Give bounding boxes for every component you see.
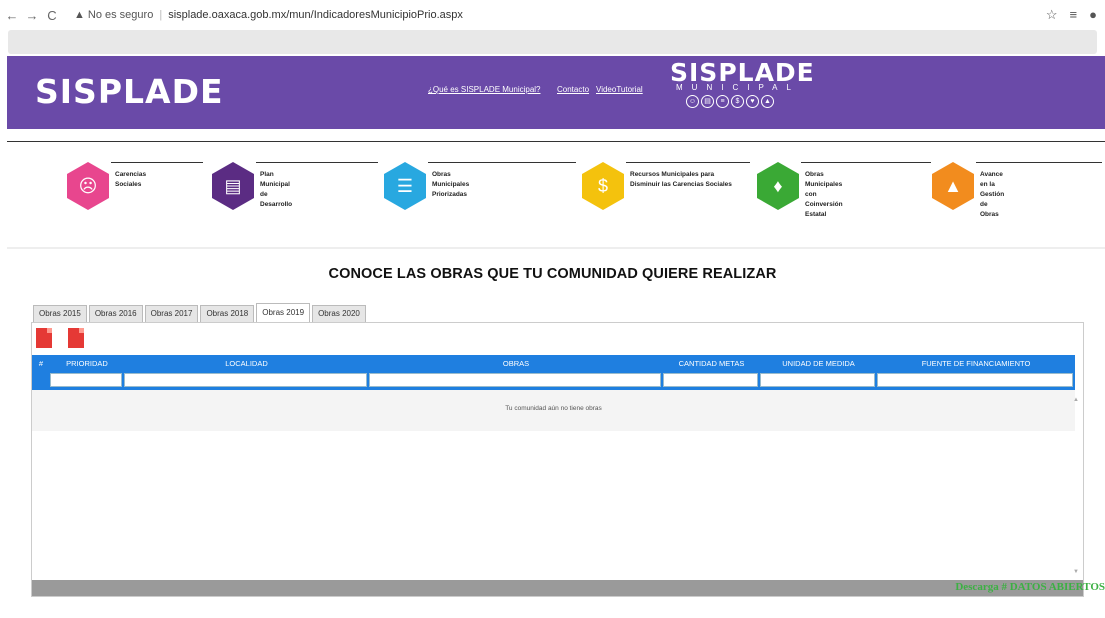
tab-obras-2017[interactable]: Obras 2017 [144,305,199,322]
category-underline [428,162,576,163]
empty-message: Tu comunidad aún no tiene obras [32,390,1075,431]
info-bar [8,30,1097,54]
sisplade-logo[interactable]: SISPLADE [35,72,224,111]
profile-icon[interactable]: ● [1089,7,1097,23]
open-data-download-link[interactable]: Descarga # DATOS ABIERTOS [955,581,1105,593]
star-icon[interactable]: ☆ [1046,7,1058,23]
site-header: SISPLADE ¿Qué es SISPLADE Municipal? Con… [7,56,1105,129]
filter-prioridad-input[interactable] [50,373,122,387]
tab-obras-2015[interactable]: Obras 2015 [33,305,87,322]
warning-icon: ▲ [74,9,85,21]
document-icon: ▤ [212,162,254,210]
column-header-obras[interactable]: OBRAS [369,355,663,372]
filter-spacer [32,373,48,387]
handshake-icon: ♦ [757,162,799,210]
category-label: Plan Municipal de Desarrollo [260,171,293,208]
filter-obras-input[interactable] [369,373,661,387]
reload-icon[interactable]: C [44,8,60,23]
column-header-number[interactable]: # [32,355,50,372]
sad-face-icon: ☹ [67,162,109,210]
obras-panel: # PRIORIDAD LOCALIDAD OBRAS CANTIDAD MET… [31,322,1084,597]
column-header-fuente-financiamiento[interactable]: FUENTE DE FINANCIAMIENTO [877,355,1075,372]
grid-footer-bar [32,580,1083,596]
pdf-download-icon[interactable] [36,328,52,348]
filter-unidad-medida-input[interactable] [760,373,875,387]
category-label: Recursos Municipales para Disminuir las … [630,171,732,188]
handshake-icon: ♥ [746,95,759,108]
category-label: Obras Municipales con Coinversión Estata… [805,171,843,218]
contact-link[interactable]: Contacto [557,85,589,94]
column-header-localidad[interactable]: LOCALIDAD [124,355,369,372]
document-icon: ▤ [701,95,714,108]
pdf-export-icon[interactable] [68,328,84,348]
sisplade-municipal-logo[interactable]: SISPLADE MUNICIPAL ☺ ▤ ≡ $ ♥ ▲ [670,58,814,108]
category-underline [801,162,931,163]
grid-header: # PRIORIDAD LOCALIDAD OBRAS CANTIDAD MET… [32,355,1075,372]
tab-obras-2020[interactable]: Obras 2020 [312,305,366,322]
category-underline [111,162,203,163]
face-icon: ☺ [686,95,699,108]
video-tutorial-link[interactable]: VideoTutorial [596,85,643,94]
filter-cantidad-metas-input[interactable] [663,373,758,387]
url-separator: | [159,9,163,21]
column-header-prioridad[interactable]: PRIORIDAD [50,355,124,372]
pdf-icon-fold [79,328,84,333]
category-label: Obras Municipales Priorizadas [432,171,470,198]
tab-obras-2016[interactable]: Obras 2016 [88,305,143,322]
pdf-icon-fold [47,328,52,333]
column-header-cantidad-metas[interactable]: CANTIDAD METAS [663,355,760,372]
municipal-logo-subtitle: MUNICIPAL [676,83,800,92]
scroll-up-icon[interactable]: ▲ [1073,397,1079,403]
logo-icon-row: ☺ ▤ ≡ $ ♥ ▲ [670,95,790,108]
security-label: No es seguro [87,9,154,21]
dollar-icon: $ [731,95,744,108]
about-link[interactable]: ¿Qué es SISPLADE Municipal? [428,85,541,94]
security-indicator[interactable]: ▲ No es seguro [74,9,153,21]
category-underline [976,162,1102,163]
list-icon: ≡ [716,95,729,108]
section-divider [7,247,1105,249]
category-label: Avance en la Gestión de Obras [980,171,1005,218]
reading-list-icon[interactable]: ≡ [1070,7,1078,23]
scroll-down-icon[interactable]: ▼ [1073,569,1079,575]
category-label: Carencias Sociales [115,171,147,188]
grid-filter-row [32,372,1075,390]
page-title: CONOCE LAS OBRAS QUE TU COMUNIDAD QUIERE… [328,266,777,282]
obras-grid: # PRIORIDAD LOCALIDAD OBRAS CANTIDAD MET… [32,355,1075,431]
back-icon[interactable]: ← [4,8,20,23]
header-divider [7,141,1105,142]
category-underline [256,162,378,163]
year-tabs: Obras 2015 Obras 2016 Obras 2017 Obras 2… [33,303,368,322]
tab-obras-2018[interactable]: Obras 2018 [200,305,255,322]
category-underline [626,162,750,163]
column-header-unidad-medida[interactable]: UNIDAD DE MEDIDA [760,355,877,372]
dollar-icon: $ [582,162,624,210]
excavator-icon: ▲ [761,95,774,108]
filter-localidad-input[interactable] [124,373,367,387]
browser-address-bar: ← → C ▲ No es seguro | sisplade.oaxaca.g… [0,0,1105,30]
excavator-icon: ▲ [932,162,974,210]
filter-fuente-financiamiento-input[interactable] [877,373,1073,387]
list-icon: ☰ [384,162,426,210]
browser-actions: ☆ ≡ ● [1046,7,1097,23]
url-field[interactable]: sisplade.oaxaca.gob.mx/mun/IndicadoresMu… [168,9,463,21]
forward-icon[interactable]: → [24,8,40,23]
tab-obras-2019[interactable]: Obras 2019 [256,303,311,322]
